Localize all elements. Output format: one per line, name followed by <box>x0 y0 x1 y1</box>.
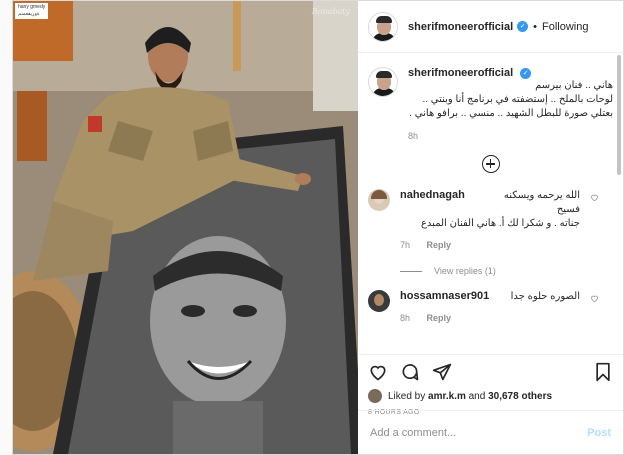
heart-icon[interactable] <box>368 362 388 382</box>
heart-icon[interactable] <box>590 193 599 202</box>
comment-text: الصوره حلوه جدا <box>510 291 580 302</box>
caption-time[interactable]: 8h <box>408 131 613 141</box>
comment-username[interactable]: nahednagah <box>400 189 465 201</box>
comments-section: sherifmoneerofficial ✓ هاني .. فنان بيرس… <box>358 53 623 354</box>
likes-prefix: Liked by <box>388 390 426 402</box>
commenter-avatar[interactable] <box>368 189 390 211</box>
caption-line: لوحات بالملح .. إستضفته في برنامج أنا وب… <box>422 94 613 105</box>
liker-username[interactable]: amr.k.m <box>428 391 466 402</box>
reply-button[interactable]: Reply <box>427 240 452 250</box>
plus-circle-icon[interactable] <box>481 155 500 173</box>
post-button[interactable]: Post <box>587 427 611 439</box>
caption-username[interactable]: sherifmoneerofficial <box>408 67 513 79</box>
verified-icon: ✓ <box>520 67 532 79</box>
bookmark-icon[interactable] <box>593 362 613 382</box>
view-replies-button[interactable]: View replies (1) <box>400 266 613 276</box>
comment-time[interactable]: 7h <box>400 240 410 250</box>
likes-summary: Liked by amr.k.m and 30,678 others <box>368 389 613 403</box>
comment-text: الله يرحمه ويسكنه فسيح <box>503 190 580 215</box>
comment-time[interactable]: 8h <box>400 313 410 323</box>
post-header: sherifmoneerofficial ✓ • Following <box>358 1 623 53</box>
author-username[interactable]: sherifmoneerofficial <box>408 21 513 33</box>
likes-others[interactable]: 30,678 others <box>488 391 552 402</box>
comment-username[interactable]: hossamnaser901 <box>400 290 489 302</box>
share-icon[interactable] <box>432 362 452 382</box>
author-avatar[interactable] <box>368 11 398 42</box>
caption-line: بعتلي صورة للبطل الشهيد .. منسي .. برافو… <box>409 108 613 119</box>
following-button[interactable]: Following <box>542 21 588 33</box>
post-sidebar: sherifmoneerofficial ✓ • Following sheri… <box>358 1 623 454</box>
likes-middle: and <box>468 390 486 402</box>
verified-icon: ✓ <box>517 21 529 32</box>
comment-item: hossamnaser901 الصوره حلوه جدا 8h Reply <box>368 290 613 323</box>
caption-avatar[interactable] <box>368 67 398 97</box>
caption-line: هاني .. فنان بيرسم <box>535 80 613 91</box>
view-replies-label: View replies (1) <box>434 266 496 276</box>
comment-item: nahednagah الله يرحمه ويسكنه فسيح جناته … <box>368 189 613 250</box>
overlay-credit: hany gmedy ةوريفعمنم <box>15 3 49 19</box>
comment-text: جناته . و شكرا لك أ. هاني الفنان المبدع <box>420 218 580 229</box>
liker-avatar[interactable] <box>368 389 382 403</box>
add-comment-bar: Post <box>358 410 623 454</box>
heart-icon[interactable] <box>590 294 599 303</box>
comment-icon[interactable] <box>400 362 420 382</box>
separator-dot: • <box>533 20 537 33</box>
comments-scrollbar[interactable] <box>617 55 621 175</box>
caption: sherifmoneerofficial ✓ هاني .. فنان بيرس… <box>368 53 613 141</box>
artist-signature: Bouabaty <box>311 7 350 16</box>
reply-button[interactable]: Reply <box>427 313 452 323</box>
caption-text: هاني .. فنان بيرسم لوحات بالملح .. إستضف… <box>408 79 613 121</box>
post-container: hany gmedy ةوريفعمنم Bouabaty sherifmone… <box>12 0 624 455</box>
commenter-avatar[interactable] <box>368 290 390 312</box>
post-image[interactable]: hany gmedy ةوريفعمنم Bouabaty <box>13 1 358 454</box>
post-photo <box>13 1 358 454</box>
credit-line-1: hany gmedy <box>18 4 46 10</box>
credit-line-2: ةوريفعمنم <box>18 11 40 17</box>
comment-input[interactable] <box>370 426 588 439</box>
